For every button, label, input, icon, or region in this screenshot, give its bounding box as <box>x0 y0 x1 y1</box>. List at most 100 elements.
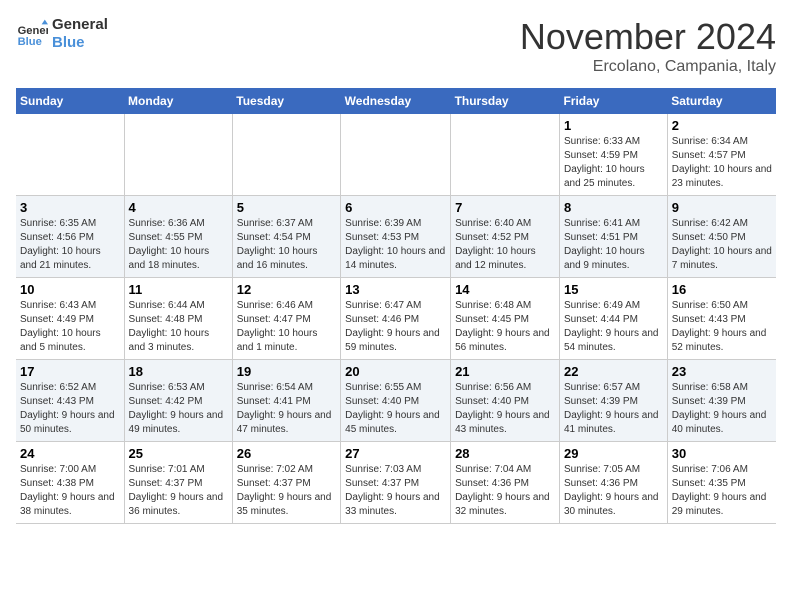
day-number: 23 <box>672 364 772 379</box>
weekday-header-thursday: Thursday <box>451 88 560 114</box>
location-subtitle: Ercolano, Campania, Italy <box>520 58 776 76</box>
day-info: Sunrise: 6:56 AM Sunset: 4:40 PM Dayligh… <box>455 381 555 437</box>
calendar-week-4: 17 Sunrise: 6:52 AM Sunset: 4:43 PM Dayli… <box>16 360 776 442</box>
day-info: Sunrise: 6:43 AM Sunset: 4:49 PM Dayligh… <box>20 299 120 355</box>
calendar-cell: 5 Sunrise: 6:37 AM Sunset: 4:54 PM Daylig… <box>232 196 340 278</box>
calendar-cell <box>16 114 124 196</box>
day-number: 7 <box>455 200 555 215</box>
calendar-cell: 25 Sunrise: 7:01 AM Sunset: 4:37 PM Dayli… <box>124 442 232 524</box>
day-info: Sunrise: 6:39 AM Sunset: 4:53 PM Dayligh… <box>345 217 446 273</box>
logo-icon: General Blue <box>16 18 48 50</box>
calendar-cell: 17 Sunrise: 6:52 AM Sunset: 4:43 PM Dayli… <box>16 360 124 442</box>
day-number: 6 <box>345 200 446 215</box>
day-info: Sunrise: 6:34 AM Sunset: 4:57 PM Dayligh… <box>672 135 772 191</box>
day-number: 9 <box>672 200 772 215</box>
calendar-cell: 1 Sunrise: 6:33 AM Sunset: 4:59 PM Daylig… <box>559 114 667 196</box>
calendar-week-1: 1 Sunrise: 6:33 AM Sunset: 4:59 PM Daylig… <box>16 114 776 196</box>
calendar-cell <box>451 114 560 196</box>
day-number: 16 <box>672 282 772 297</box>
calendar-cell: 27 Sunrise: 7:03 AM Sunset: 4:37 PM Dayli… <box>341 442 451 524</box>
day-info: Sunrise: 6:57 AM Sunset: 4:39 PM Dayligh… <box>564 381 663 437</box>
calendar-table: SundayMondayTuesdayWednesdayThursdayFrid… <box>16 88 776 524</box>
day-number: 4 <box>129 200 228 215</box>
day-number: 19 <box>237 364 336 379</box>
calendar-cell: 9 Sunrise: 6:42 AM Sunset: 4:50 PM Daylig… <box>667 196 776 278</box>
day-info: Sunrise: 6:42 AM Sunset: 4:50 PM Dayligh… <box>672 217 772 273</box>
weekday-header-wednesday: Wednesday <box>341 88 451 114</box>
day-number: 21 <box>455 364 555 379</box>
calendar-cell: 3 Sunrise: 6:35 AM Sunset: 4:56 PM Daylig… <box>16 196 124 278</box>
calendar-cell: 16 Sunrise: 6:50 AM Sunset: 4:43 PM Dayli… <box>667 278 776 360</box>
day-info: Sunrise: 6:46 AM Sunset: 4:47 PM Dayligh… <box>237 299 336 355</box>
calendar-cell: 14 Sunrise: 6:48 AM Sunset: 4:45 PM Dayli… <box>451 278 560 360</box>
calendar-cell: 26Sunrise: 7:02 AM Sunset: 4:37 PM Dayli… <box>232 442 340 524</box>
day-number: 17 <box>20 364 120 379</box>
calendar-cell: 7 Sunrise: 6:40 AM Sunset: 4:52 PM Daylig… <box>451 196 560 278</box>
day-number: 14 <box>455 282 555 297</box>
day-info: Sunrise: 6:53 AM Sunset: 4:42 PM Dayligh… <box>129 381 228 437</box>
day-info: Sunrise: 6:49 AM Sunset: 4:44 PM Dayligh… <box>564 299 663 355</box>
day-info: Sunrise: 6:36 AM Sunset: 4:55 PM Dayligh… <box>129 217 228 273</box>
day-info: Sunrise: 6:35 AM Sunset: 4:56 PM Dayligh… <box>20 217 120 273</box>
day-number: 1 <box>564 118 663 133</box>
day-number: 27 <box>345 446 446 461</box>
day-info: Sunrise: 7:03 AM Sunset: 4:37 PM Dayligh… <box>345 463 446 519</box>
day-number: 5 <box>237 200 336 215</box>
day-info: Sunrise: 6:52 AM Sunset: 4:43 PM Dayligh… <box>20 381 120 437</box>
day-number: 29 <box>564 446 663 461</box>
calendar-week-5: 24 Sunrise: 7:00 AM Sunset: 4:38 PM Dayli… <box>16 442 776 524</box>
day-info: Sunrise: 6:44 AM Sunset: 4:48 PM Dayligh… <box>129 299 228 355</box>
calendar-cell: 12Sunrise: 6:46 AM Sunset: 4:47 PM Dayli… <box>232 278 340 360</box>
day-info: Sunrise: 7:02 AM Sunset: 4:37 PM Dayligh… <box>237 463 336 519</box>
calendar-cell: 2 Sunrise: 6:34 AM Sunset: 4:57 PM Daylig… <box>667 114 776 196</box>
day-number: 20 <box>345 364 446 379</box>
day-number: 30 <box>672 446 772 461</box>
day-number: 24 <box>20 446 120 461</box>
day-number: 15 <box>564 282 663 297</box>
calendar-cell: 24 Sunrise: 7:00 AM Sunset: 4:38 PM Dayli… <box>16 442 124 524</box>
calendar-week-2: 3 Sunrise: 6:35 AM Sunset: 4:56 PM Daylig… <box>16 196 776 278</box>
day-number: 13 <box>345 282 446 297</box>
calendar-cell: 11 Sunrise: 6:44 AM Sunset: 4:48 PM Dayli… <box>124 278 232 360</box>
logo-blue: Blue <box>52 34 108 52</box>
day-info: Sunrise: 6:41 AM Sunset: 4:51 PM Dayligh… <box>564 217 663 273</box>
day-info: Sunrise: 6:58 AM Sunset: 4:39 PM Dayligh… <box>672 381 772 437</box>
day-info: Sunrise: 7:01 AM Sunset: 4:37 PM Dayligh… <box>129 463 228 519</box>
day-number: 2 <box>672 118 772 133</box>
day-info: Sunrise: 7:05 AM Sunset: 4:36 PM Dayligh… <box>564 463 663 519</box>
weekday-header-sunday: Sunday <box>16 88 124 114</box>
day-info: Sunrise: 6:33 AM Sunset: 4:59 PM Dayligh… <box>564 135 663 191</box>
svg-text:General: General <box>18 25 48 37</box>
calendar-cell: 4 Sunrise: 6:36 AM Sunset: 4:55 PM Daylig… <box>124 196 232 278</box>
weekday-header-row: SundayMondayTuesdayWednesdayThursdayFrid… <box>16 88 776 114</box>
calendar-cell: 19 Sunrise: 6:54 AM Sunset: 4:41 PM Dayli… <box>232 360 340 442</box>
calendar-cell: 20 Sunrise: 6:55 AM Sunset: 4:40 PM Dayli… <box>341 360 451 442</box>
day-number: 22 <box>564 364 663 379</box>
day-number: 18 <box>129 364 228 379</box>
calendar-cell: 6 Sunrise: 6:39 AM Sunset: 4:53 PM Daylig… <box>341 196 451 278</box>
day-info: Sunrise: 6:40 AM Sunset: 4:52 PM Dayligh… <box>455 217 555 273</box>
day-number: 3 <box>20 200 120 215</box>
calendar-cell: 30Sunrise: 7:06 AM Sunset: 4:35 PM Dayli… <box>667 442 776 524</box>
day-number: 11 <box>129 282 228 297</box>
day-info: Sunrise: 6:48 AM Sunset: 4:45 PM Dayligh… <box>455 299 555 355</box>
day-info: Sunrise: 6:37 AM Sunset: 4:54 PM Dayligh… <box>237 217 336 273</box>
calendar-cell: 15 Sunrise: 6:49 AM Sunset: 4:44 PM Dayli… <box>559 278 667 360</box>
svg-text:Blue: Blue <box>18 36 42 48</box>
calendar-cell: 29 Sunrise: 7:05 AM Sunset: 4:36 PM Dayli… <box>559 442 667 524</box>
calendar-cell: 10Sunrise: 6:43 AM Sunset: 4:49 PM Dayli… <box>16 278 124 360</box>
day-number: 25 <box>129 446 228 461</box>
month-title: November 2024 <box>520 16 776 58</box>
calendar-cell: 22 Sunrise: 6:57 AM Sunset: 4:39 PM Dayli… <box>559 360 667 442</box>
day-info: Sunrise: 6:50 AM Sunset: 4:43 PM Dayligh… <box>672 299 772 355</box>
calendar-cell: 23 Sunrise: 6:58 AM Sunset: 4:39 PM Dayli… <box>667 360 776 442</box>
weekday-header-friday: Friday <box>559 88 667 114</box>
page-header: General Blue General Blue November 2024 … <box>16 16 776 76</box>
calendar-cell: 28Sunrise: 7:04 AM Sunset: 4:36 PM Dayli… <box>451 442 560 524</box>
calendar-cell <box>341 114 451 196</box>
day-info: Sunrise: 6:55 AM Sunset: 4:40 PM Dayligh… <box>345 381 446 437</box>
day-info: Sunrise: 6:54 AM Sunset: 4:41 PM Dayligh… <box>237 381 336 437</box>
day-info: Sunrise: 7:00 AM Sunset: 4:38 PM Dayligh… <box>20 463 120 519</box>
day-number: 8 <box>564 200 663 215</box>
calendar-cell: 13Sunrise: 6:47 AM Sunset: 4:46 PM Dayli… <box>341 278 451 360</box>
